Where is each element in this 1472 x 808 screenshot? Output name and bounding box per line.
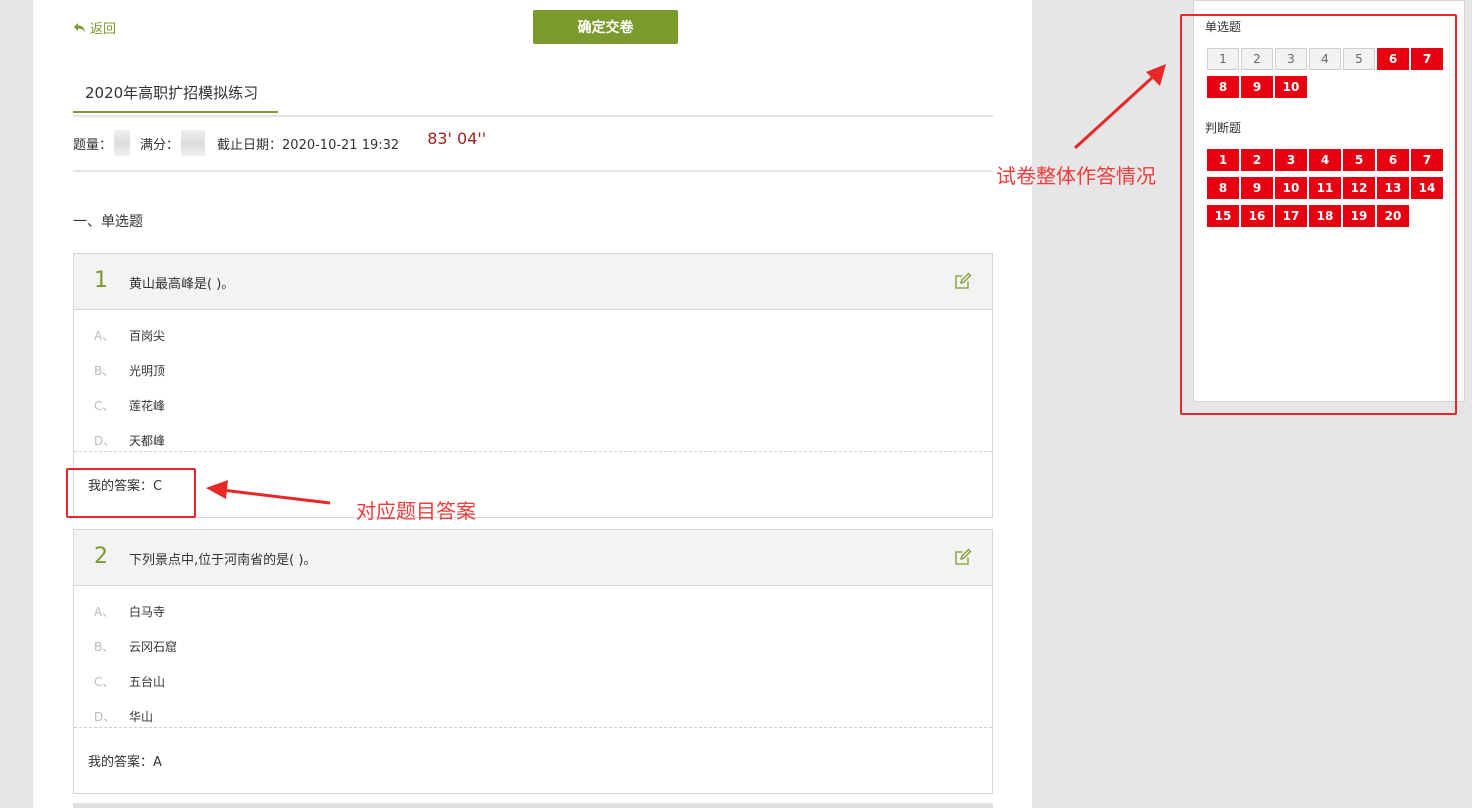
arrow-icon — [206, 480, 331, 505]
arrow-icon — [1073, 64, 1166, 150]
answer-callout: 对应题目答案 — [356, 499, 476, 523]
annotation-arrows — [206, 64, 1166, 505]
panel-callout: 试卷整体作答情况 — [996, 164, 1156, 188]
